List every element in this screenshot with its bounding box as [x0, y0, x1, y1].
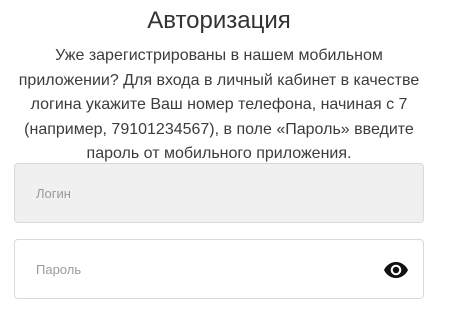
login-field[interactable] — [14, 163, 424, 223]
eye-icon — [384, 262, 408, 278]
show-password-toggle[interactable] — [384, 259, 408, 281]
login-instructions: Уже зарегистрированы в нашем мобильном п… — [18, 47, 420, 162]
password-field[interactable] — [14, 239, 424, 299]
page-title: Авторизация — [147, 7, 291, 34]
login-input[interactable] — [15, 164, 423, 222]
password-input[interactable] — [15, 240, 423, 298]
